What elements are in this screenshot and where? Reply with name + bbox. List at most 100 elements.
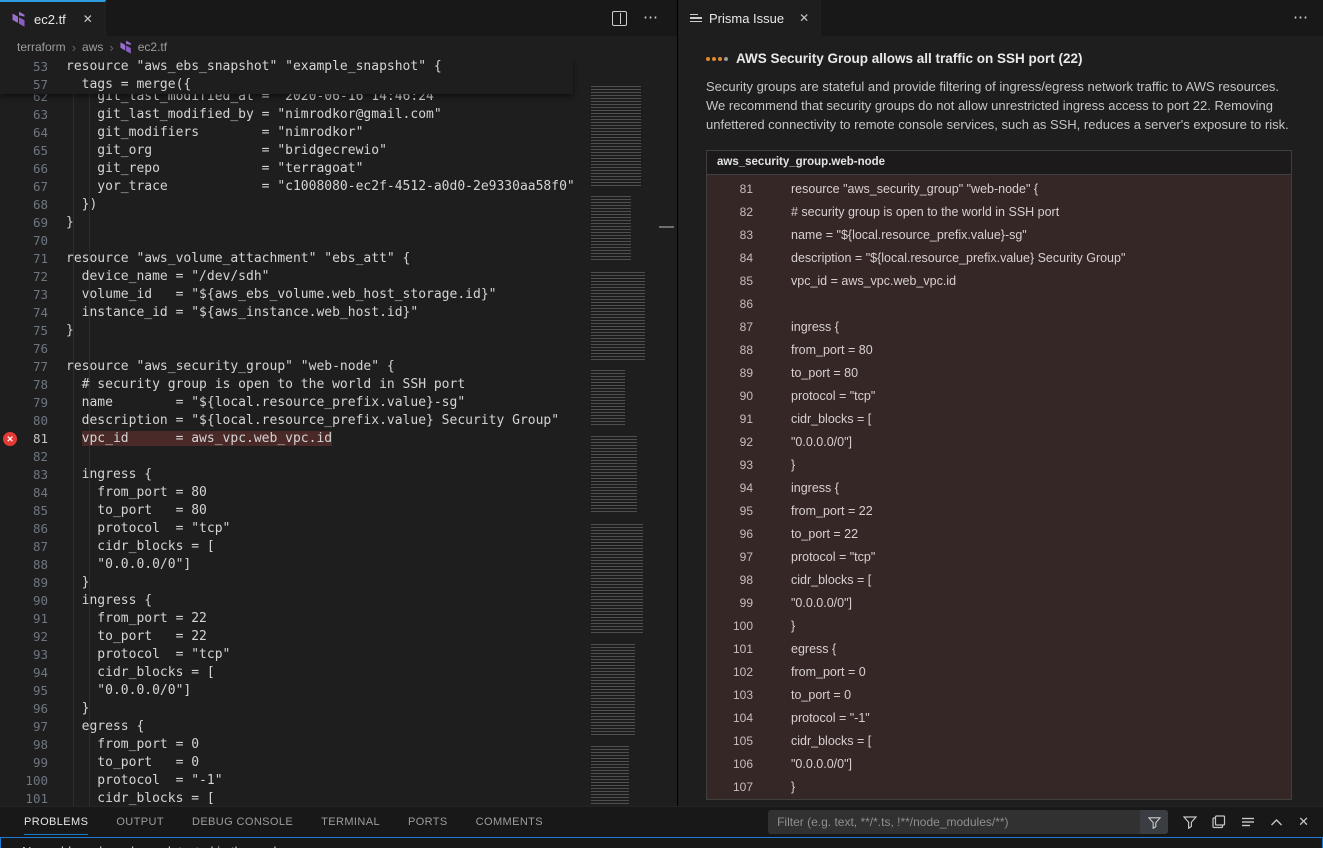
- split-editor-icon[interactable]: [612, 11, 627, 26]
- line-text: ingress {: [791, 477, 839, 500]
- gutter[interactable]: 65: [0, 142, 48, 160]
- prisma-issue-panel: Prisma Issue ✕ ⋯ AWS Security Group allo…: [677, 0, 1323, 806]
- minimap-code-block: [591, 436, 637, 514]
- line-text: ingress {: [66, 466, 152, 484]
- gutter[interactable]: 94: [0, 664, 48, 682]
- issue-code-line-95: 95from_port = 22: [707, 500, 1291, 523]
- line-text: }: [791, 776, 795, 799]
- panel-tab-comments[interactable]: COMMENTS: [476, 807, 543, 837]
- line-number: 96: [707, 523, 753, 546]
- panel-tab-ports[interactable]: PORTS: [408, 807, 448, 837]
- view-as-table-icon[interactable]: [1212, 815, 1226, 829]
- filter-icon[interactable]: [1140, 810, 1168, 834]
- line-number: 71: [0, 250, 48, 268]
- line-text: resource "aws_ebs_snapshot" "example_sna…: [66, 58, 442, 76]
- panel-tab-terminal[interactable]: TERMINAL: [321, 807, 380, 837]
- gutter[interactable]: 74: [0, 304, 48, 322]
- gutter[interactable]: 76: [0, 340, 48, 358]
- gutter[interactable]: 69: [0, 214, 48, 232]
- gutter[interactable]: 98: [0, 736, 48, 754]
- filter-input[interactable]: [768, 810, 1140, 834]
- issue-code-line-98: 98cidr_blocks = [: [707, 569, 1291, 592]
- gutter[interactable]: 86: [0, 520, 48, 538]
- line-text: volume_id = "${aws_ebs_volume.web_host_s…: [66, 286, 496, 304]
- filter-funnel-icon[interactable]: [1183, 815, 1197, 829]
- panel-controls: ✕: [768, 810, 1323, 834]
- breadcrumb-item-terraform[interactable]: terraform: [17, 40, 66, 54]
- line-number: 82: [707, 201, 753, 224]
- line-text: to_port = 80: [66, 502, 207, 520]
- gutter[interactable]: 88: [0, 556, 48, 574]
- gutter[interactable]: 92: [0, 628, 48, 646]
- panel-tab-problems[interactable]: PROBLEMS: [24, 807, 88, 837]
- gutter[interactable]: 75: [0, 322, 48, 340]
- gutter[interactable]: 53: [0, 58, 48, 76]
- gutter[interactable]: 73: [0, 286, 48, 304]
- gutter[interactable]: 57: [0, 76, 48, 94]
- gutter[interactable]: 79: [0, 394, 48, 412]
- line-number: 92: [0, 628, 48, 646]
- gutter[interactable]: 68: [0, 196, 48, 214]
- line-number: 95: [0, 682, 48, 700]
- issue-code-line-81: 81resource "aws_security_group" "web-nod…: [707, 178, 1291, 201]
- panel-tab-debug-console[interactable]: DEBUG CONSOLE: [192, 807, 293, 837]
- gutter[interactable]: 78: [0, 376, 48, 394]
- tab-prisma-issue[interactable]: Prisma Issue ✕: [678, 0, 821, 36]
- line-text: from_port = 0: [66, 736, 199, 754]
- gutter[interactable]: 90: [0, 592, 48, 610]
- gutter[interactable]: 100: [0, 772, 48, 790]
- gutter[interactable]: 97: [0, 718, 48, 736]
- code-editor[interactable]: 62 git_last_modified_at = "2020-06-16 14…: [0, 58, 677, 806]
- gutter[interactable]: 72: [0, 268, 48, 286]
- line-number: 97: [0, 718, 48, 736]
- sticky-scroll[interactable]: 53 resource "aws_ebs_snapshot" "example_s…: [0, 58, 573, 94]
- gutter[interactable]: 93: [0, 646, 48, 664]
- line-text: to_port = 0: [66, 754, 199, 772]
- gutter[interactable]: 66: [0, 160, 48, 178]
- gutter[interactable]: 99: [0, 754, 48, 772]
- maximize-panel-icon[interactable]: [1270, 818, 1283, 827]
- close-tab-icon[interactable]: ✕: [83, 12, 93, 26]
- gutter[interactable]: 77: [0, 358, 48, 376]
- gutter[interactable]: 84: [0, 484, 48, 502]
- gutter[interactable]: 95: [0, 682, 48, 700]
- gutter[interactable]: 96: [0, 700, 48, 718]
- gutter[interactable]: 64: [0, 124, 48, 142]
- close-panel-icon[interactable]: ✕: [1298, 814, 1309, 830]
- gutter[interactable]: 67: [0, 178, 48, 196]
- line-number: 69: [0, 214, 48, 232]
- minimap[interactable]: [573, 58, 657, 806]
- line-number: 99: [0, 754, 48, 772]
- breadcrumb-item-ec2-tf[interactable]: ec2.tf: [120, 40, 167, 54]
- line-text: # security group is open to the world in…: [66, 376, 465, 394]
- breadcrumb: terraform›aws›ec2.tf: [0, 36, 677, 58]
- gutter[interactable]: 89: [0, 574, 48, 592]
- editor-actions: ⋯: [612, 0, 677, 36]
- gutter[interactable]: 85: [0, 502, 48, 520]
- gutter[interactable]: 70: [0, 232, 48, 250]
- panel-more-actions-icon[interactable]: ⋯: [1293, 13, 1323, 23]
- close-tab-icon[interactable]: ✕: [799, 11, 809, 25]
- breadcrumb-item-aws[interactable]: aws: [82, 40, 103, 54]
- collapse-all-icon[interactable]: [1241, 816, 1255, 828]
- gutter[interactable]: 82: [0, 448, 48, 466]
- editor-scrollbar[interactable]: [657, 58, 677, 806]
- panel-tab-output[interactable]: OUTPUT: [116, 807, 164, 837]
- gutter[interactable]: 71: [0, 250, 48, 268]
- issue-code-line-103: 103to_port = 0: [707, 684, 1291, 707]
- codeblock-body: 81resource "aws_security_group" "web-nod…: [707, 175, 1291, 799]
- more-actions-icon[interactable]: ⋯: [643, 13, 659, 23]
- tab-ec2-tf[interactable]: ec2.tf ✕: [0, 0, 106, 36]
- gutter[interactable]: 83: [0, 466, 48, 484]
- gutter[interactable]: 63: [0, 106, 48, 124]
- gutter[interactable]: 91: [0, 610, 48, 628]
- gutter[interactable]: 80: [0, 412, 48, 430]
- code-line-53[interactable]: 53 resource "aws_ebs_snapshot" "example_s…: [0, 58, 573, 76]
- issue-code-line-105: 105cidr_blocks = [: [707, 730, 1291, 753]
- code-line-57[interactable]: 57 tags = merge({: [0, 76, 573, 94]
- gutter[interactable]: 101: [0, 790, 48, 806]
- gutter[interactable]: 87: [0, 538, 48, 556]
- line-number: 83: [0, 466, 48, 484]
- issue-code-line-83: 83name = "${local.resource_prefix.value}…: [707, 224, 1291, 247]
- gutter[interactable]: ✕81: [0, 430, 48, 448]
